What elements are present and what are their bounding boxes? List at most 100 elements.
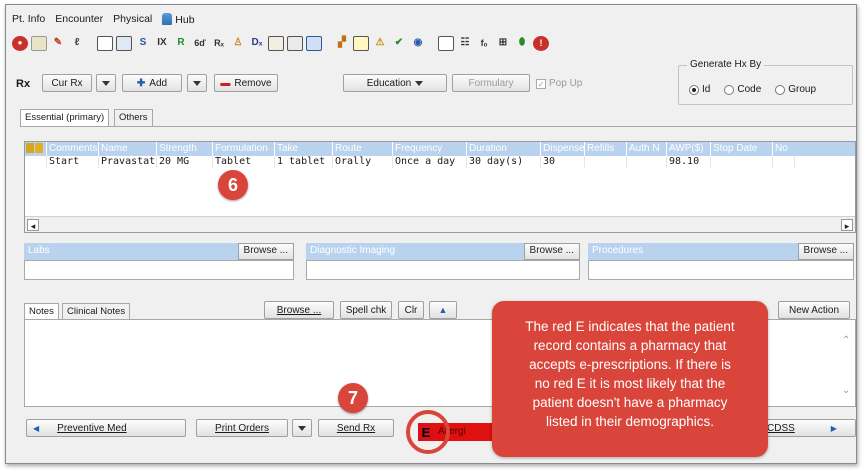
grid-icons-col (25, 142, 47, 156)
edit-icon[interactable]: ℓ (69, 36, 85, 51)
col-auth[interactable]: Auth N (627, 142, 667, 156)
preventive-med-button[interactable]: ◀ Preventive Med (26, 419, 186, 437)
add-button[interactable]: ✚ Add (122, 74, 182, 92)
person-icon[interactable]: ♙ (230, 36, 246, 51)
document-icon[interactable] (97, 35, 113, 51)
r-icon[interactable]: R (173, 36, 189, 51)
alert-icon[interactable]: ! (533, 35, 549, 51)
pill-icon[interactable]: ⬮ (514, 36, 530, 51)
education-button[interactable]: Education (343, 74, 447, 92)
menu-pt-info[interactable]: Pt. Info (12, 13, 45, 29)
labs-browse-button[interactable]: Browse ... (237, 243, 294, 260)
col-name[interactable]: Name (99, 142, 157, 156)
col-awp[interactable]: AWP($) (667, 142, 711, 156)
diagnostic-browse-button[interactable]: Browse ... (523, 243, 580, 260)
print-orders-button[interactable]: Print Orders (196, 419, 288, 437)
notes-scroll-down-icon[interactable]: ⌄ (842, 385, 850, 396)
dx-icon[interactable]: Dₓ (249, 36, 265, 51)
scroll-left-icon[interactable]: ◂ (27, 219, 39, 231)
ix-icon[interactable]: IX (154, 36, 170, 51)
procedures-browse-button[interactable]: Browse ... (797, 243, 854, 260)
col-refills[interactable]: Refills (585, 142, 627, 156)
cell-auth[interactable] (627, 156, 667, 168)
cell-stop-date[interactable] (711, 156, 773, 168)
procedures-panel-body[interactable] (588, 260, 854, 280)
menu-encounter[interactable]: Encounter (55, 13, 103, 29)
cell-formulation[interactable]: Tablet (213, 156, 275, 168)
tab-others[interactable]: Others (114, 109, 153, 126)
col-route[interactable]: Route (333, 142, 393, 156)
cell-comments[interactable]: Start (47, 156, 99, 168)
radio-group[interactable]: Group (775, 84, 816, 95)
tab-clinical-notes[interactable]: Clinical Notes (62, 303, 131, 320)
stop-icon[interactable]: ● (12, 35, 28, 51)
col-comments[interactable]: Comments (47, 142, 99, 156)
radio-id[interactable]: Id (689, 84, 710, 95)
labs-panel-body[interactable] (24, 260, 294, 280)
book-icon[interactable]: ▞ (334, 36, 350, 51)
add-dropdown[interactable] (187, 74, 207, 92)
pen-icon[interactable]: ✎ (50, 36, 66, 51)
notes-icon[interactable] (353, 35, 369, 51)
globe-icon[interactable]: ◉ (410, 36, 426, 51)
cell-dispense[interactable]: 30 (541, 156, 585, 168)
col-take[interactable]: Take (275, 142, 333, 156)
cell-frequency[interactable]: Once a day (393, 156, 467, 168)
radio-code[interactable]: Code (724, 84, 761, 95)
menu-hub[interactable]: Hub (162, 13, 195, 29)
tab-essential[interactable]: Essential (primary) (20, 109, 110, 126)
remove-button[interactable]: ▬ Remove (214, 74, 278, 92)
col-dispense[interactable]: Dispense (541, 142, 585, 156)
print-orders-dropdown[interactable] (292, 419, 312, 437)
tree-icon[interactable]: ☷ (457, 36, 473, 51)
stack-icon[interactable]: ⊞ (495, 36, 511, 51)
monitor-icon[interactable] (306, 35, 322, 51)
notes-browse-button[interactable]: Browse ... (264, 301, 334, 319)
cur-rx-dropdown[interactable] (96, 74, 116, 92)
send-rx-button[interactable]: Send Rx (318, 419, 394, 437)
cell-no[interactable] (773, 156, 795, 168)
chart-icon[interactable]: 6ď (192, 36, 208, 51)
table-row[interactable]: Start Pravastatin 20 MG Tablet 1 tablet … (25, 156, 855, 168)
spell-check-button[interactable]: Spell chk (340, 301, 392, 319)
education-label: Education (366, 77, 412, 89)
notes-scroll-up-icon[interactable]: ⌃ (842, 335, 850, 346)
cur-rx-button[interactable]: Cur Rx (42, 74, 92, 92)
new-action-button[interactable]: New Action (778, 301, 850, 319)
grid-icon[interactable] (438, 35, 454, 51)
check-icon[interactable]: ✔ (391, 36, 407, 51)
rx-icon[interactable]: Rₓ (211, 36, 227, 51)
chevron-left-icon: ◀ (33, 423, 40, 433)
clear-button[interactable]: Clr (398, 301, 424, 319)
formulary-button[interactable]: Formulary (452, 74, 530, 92)
list-icon[interactable] (287, 35, 303, 51)
building-icon[interactable] (268, 35, 284, 51)
cell-name[interactable]: Pravastatin (99, 156, 157, 168)
scroll-right-icon[interactable]: ▸ (841, 219, 853, 231)
menu-physical[interactable]: Physical (113, 13, 152, 29)
col-no[interactable]: No (773, 142, 795, 156)
diagnostic-panel-body[interactable] (306, 260, 580, 280)
cell-refills[interactable] (585, 156, 627, 168)
col-formulation[interactable]: Formulation (213, 142, 275, 156)
cell-duration[interactable]: 30 day(s) (467, 156, 541, 168)
collapse-button[interactable]: ▲ (429, 301, 457, 319)
cell-route[interactable]: Orally (333, 156, 393, 168)
warning-icon[interactable]: ⚠ (372, 36, 388, 51)
copy-icon[interactable] (31, 35, 47, 51)
horizontal-scrollbar[interactable]: ◂ ▸ (25, 216, 855, 232)
radio-icon (775, 84, 786, 95)
s-icon[interactable]: S (135, 36, 151, 51)
popup-checkbox[interactable]: ✓ Pop Up (536, 78, 582, 89)
col-frequency[interactable]: Frequency (393, 142, 467, 156)
cell-take[interactable]: 1 tablet (275, 156, 333, 168)
tab-notes[interactable]: Notes (24, 303, 59, 320)
chevron-down-icon (102, 80, 110, 86)
cell-strength[interactable]: 20 MG (157, 156, 213, 168)
calendar-icon[interactable] (116, 35, 132, 51)
col-duration[interactable]: Duration (467, 142, 541, 156)
fx-icon[interactable]: fₒ (476, 36, 492, 51)
col-stop-date[interactable]: Stop Date (711, 142, 773, 156)
col-strength[interactable]: Strength (157, 142, 213, 156)
cell-awp[interactable]: 98.10 (667, 156, 711, 168)
